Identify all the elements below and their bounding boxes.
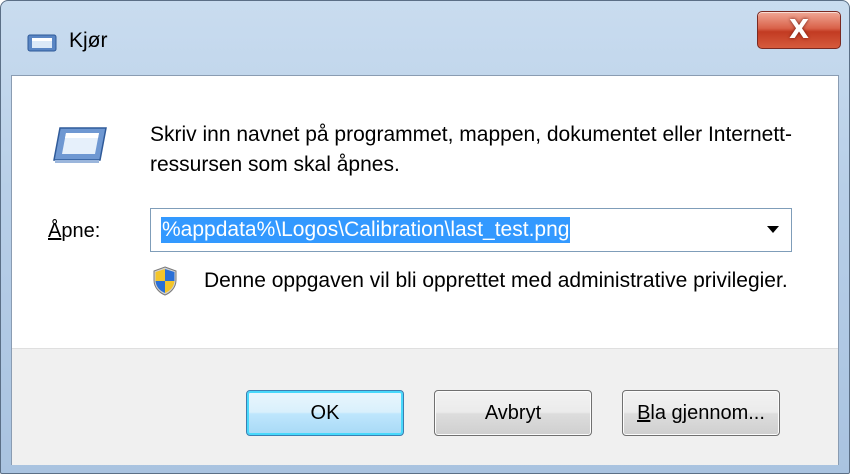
run-icon	[53, 127, 107, 163]
cancel-button[interactable]: Avbryt	[434, 390, 592, 436]
close-icon: X	[788, 15, 810, 45]
ok-button[interactable]: OK	[246, 390, 404, 436]
dropdown-arrow-icon[interactable]	[767, 226, 779, 233]
run-dialog-window: Kjør X Skriv inn navnet på programmet, m…	[0, 0, 850, 474]
browse-label-rest: la gjennom...	[650, 401, 765, 424]
uac-shield-icon	[153, 266, 177, 296]
open-combobox[interactable]: %appdata%\Logos\Calibration\last_test.pn…	[150, 208, 792, 252]
open-label-accesskey: Å	[48, 220, 62, 242]
window-title: Kjør	[69, 29, 108, 52]
browse-accesskey: B	[637, 401, 651, 424]
instructions-text: Skriv inn navnet på programmet, mappen, …	[150, 123, 792, 176]
dialog-body: Skriv inn navnet på programmet, mappen, …	[11, 75, 839, 465]
run-icon	[27, 34, 57, 52]
button-bar: OK Avbryt Bla gjennom...	[12, 348, 838, 465]
title-bar[interactable]: Kjør X	[1, 1, 849, 73]
open-input-value[interactable]: %appdata%\Logos\Calibration\last_test.pn…	[161, 217, 571, 243]
open-label: Åpne:	[48, 220, 100, 243]
browse-button[interactable]: Bla gjennom...	[622, 390, 780, 436]
admin-privileges-note: Denne oppgaven vil bli opprettet med adm…	[204, 269, 788, 292]
open-label-rest: pne:	[61, 220, 101, 242]
close-button[interactable]: X	[757, 11, 841, 49]
